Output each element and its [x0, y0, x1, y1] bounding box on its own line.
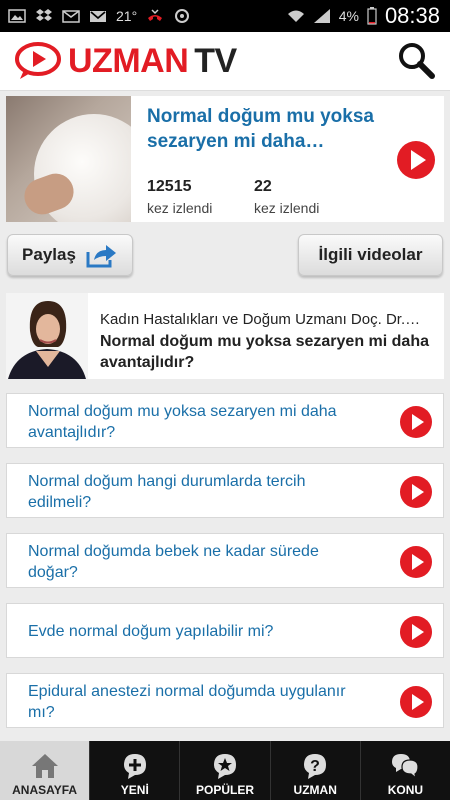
second-count-label: kez izlendi [254, 200, 320, 216]
video-thumbnail[interactable] [6, 96, 131, 222]
play-icon[interactable] [399, 685, 433, 719]
logo[interactable]: UZMAN TV [14, 41, 237, 81]
chat-icon [392, 754, 420, 780]
tab-label: KONU [387, 783, 424, 797]
logo-play-bubble-icon [15, 42, 61, 79]
question-text[interactable]: Normal doğum mu yoksa sezaryen mi daha a… [28, 401, 358, 443]
expert-photo[interactable] [6, 293, 88, 379]
question-list: Normal doğum mu yoksa sezaryen mi daha a… [6, 393, 444, 743]
share-label: Paylaş [22, 245, 76, 264]
svg-text:?: ? [310, 758, 320, 775]
list-item[interactable]: Normal doğumda bebek ne kadar sürede doğ… [6, 533, 444, 588]
clock: 08:38 [384, 3, 440, 28]
sync-icon [175, 9, 190, 23]
second-count: 22 kez izlendi [254, 178, 319, 216]
tab-populer[interactable]: POPÜLER [180, 741, 271, 800]
share-button[interactable]: Paylaş [7, 234, 133, 276]
home-icon [31, 754, 58, 778]
bottom-tab-bar: ANASAYFA YENİ POPÜLER ? UZMAN KONU [0, 741, 450, 800]
question-text[interactable]: Normal doğumda bebek ne kadar sürede doğ… [28, 541, 358, 583]
view-count-number: 12515 [147, 178, 192, 195]
logo-brand: UZMAN [68, 41, 189, 80]
status-bar: 21° 4% 08:38 [0, 0, 450, 32]
question-text[interactable]: Normal doğum hangi durumlarda tercih edi… [28, 471, 358, 513]
gallery-icon [8, 9, 26, 23]
list-item[interactable]: Evde normal doğum yapılabilir mi? [6, 603, 444, 658]
expert-card[interactable]: Kadın Hastalıkları ve Doğum Uzmanı Doç. … [6, 293, 444, 379]
tab-anasayfa[interactable]: ANASAYFA [0, 741, 91, 800]
tab-yeni[interactable]: YENİ [90, 741, 181, 800]
view-count: 12515 kez izlendi [147, 178, 212, 216]
missed-call-icon [148, 9, 163, 21]
dropbox-icon [36, 9, 52, 21]
second-count-number: 22 [254, 178, 272, 195]
email-icon [62, 10, 80, 23]
related-videos-label: İlgili videolar [318, 245, 423, 264]
play-icon[interactable] [399, 475, 433, 509]
search-icon[interactable] [396, 40, 436, 80]
question-text[interactable]: Evde normal doğum yapılabilir mi? [28, 621, 358, 642]
app-header: UZMAN TV [0, 32, 450, 91]
question-icon: ? [304, 754, 327, 779]
tab-label: UZMAN [293, 783, 337, 797]
share-icon [86, 245, 116, 268]
play-icon[interactable] [399, 405, 433, 439]
plus-icon [123, 754, 146, 779]
related-videos-button[interactable]: İlgili videolar [298, 234, 443, 276]
star-icon [214, 754, 236, 779]
video-title[interactable]: Normal doğum mu yoksa sezaryen mi daha… [147, 104, 387, 154]
logo-suffix: TV [194, 41, 237, 80]
wifi-icon [287, 10, 304, 22]
expert-name: Kadın Hastalıkları ve Doğum Uzmanı Doç. … [100, 311, 421, 328]
play-icon[interactable] [396, 140, 436, 180]
battery-percent: 4% [338, 8, 359, 24]
temperature: 21° [116, 8, 138, 24]
featured-video-card[interactable]: Normal doğum mu yoksa sezaryen mi daha… … [6, 96, 444, 222]
tab-label: POPÜLER [196, 783, 255, 797]
question-text[interactable]: Epidural anestezi normal doğumda uygulan… [28, 681, 358, 723]
view-count-label: kez izlendi [147, 200, 213, 216]
gmail-icon [90, 11, 106, 22]
tab-konu[interactable]: KONU [361, 741, 450, 800]
signal-icon [313, 9, 330, 23]
tab-label: ANASAYFA [12, 783, 78, 797]
play-icon[interactable] [399, 545, 433, 579]
play-icon[interactable] [399, 615, 433, 649]
list-item[interactable]: Normal doğum hangi durumlarda tercih edi… [6, 463, 444, 518]
tab-uzman[interactable]: ? UZMAN [271, 741, 361, 800]
list-item[interactable]: Epidural anestezi normal doğumda uygulan… [6, 673, 444, 728]
expert-question: Normal doğum mu yoksa sezaryen mi daha a… [100, 333, 429, 371]
tab-label: YENİ [120, 783, 149, 797]
list-item[interactable]: Normal doğum mu yoksa sezaryen mi daha a… [6, 393, 444, 448]
battery-icon [367, 7, 377, 25]
